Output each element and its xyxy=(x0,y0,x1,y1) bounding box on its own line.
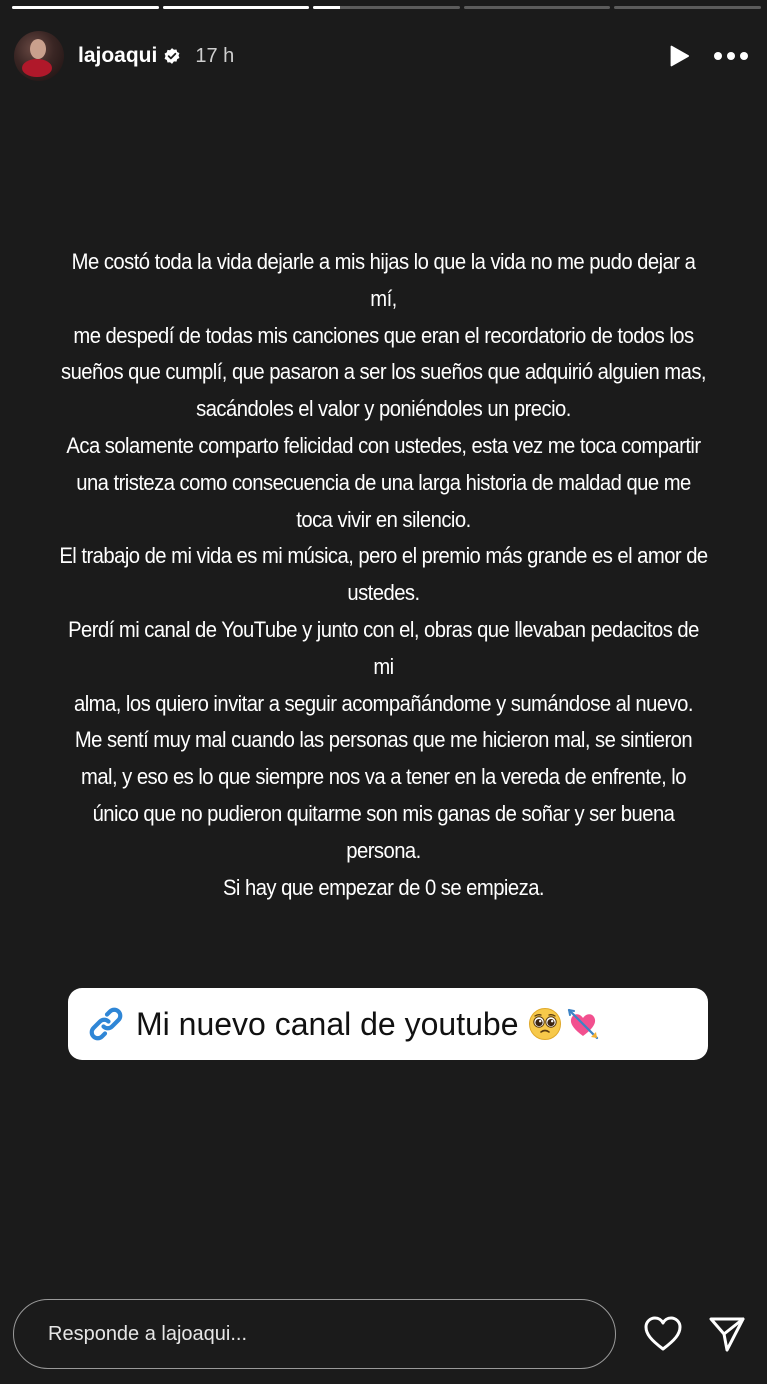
avatar[interactable] xyxy=(14,31,64,81)
username[interactable]: lajoaqui xyxy=(78,44,157,68)
story-text-line: una tristeza como consecuencia de una la… xyxy=(76,469,691,495)
progress-segment xyxy=(313,6,460,9)
story-text-line: Si hay que empezar de 0 se empieza. xyxy=(222,874,545,900)
progress-segment xyxy=(614,6,761,9)
story-text-line: sacándoles el valor y poniéndoles un pre… xyxy=(196,396,571,422)
story-text-line: sueños que cumplí, que pasaron a ser los… xyxy=(60,359,707,385)
link-sticker[interactable]: Mi nuevo canal de youtube xyxy=(68,988,708,1060)
story-text: Me costó toda la vida dejarle a mis hija… xyxy=(56,244,710,906)
pleading-face-emoji xyxy=(529,1008,562,1040)
story-text-line: Aca solamente comparto felicidad con ust… xyxy=(66,432,701,458)
link-icon xyxy=(86,1004,126,1044)
play-button[interactable] xyxy=(661,38,697,74)
heart-with-arrow-emoji xyxy=(568,1008,599,1040)
story-progress-bar xyxy=(12,6,761,9)
story-text-line: alma, los quiero invitar a seguir acompa… xyxy=(73,690,694,716)
story-text-line: ustedes. xyxy=(347,580,420,606)
play-icon xyxy=(670,45,690,67)
link-sticker-label: Mi nuevo canal de youtube xyxy=(136,1005,519,1042)
send-icon xyxy=(709,1317,745,1352)
like-button[interactable] xyxy=(642,1313,684,1355)
story-text-line: único que no pudieron quitarme son mis g… xyxy=(92,800,675,826)
progress-segment xyxy=(463,6,611,9)
progress-segment xyxy=(162,6,310,9)
reply-input[interactable] xyxy=(13,1299,616,1369)
story-text-line: toca vivir en silencio. xyxy=(296,506,471,532)
post-time: 17 h xyxy=(195,44,235,67)
more-options-button[interactable] xyxy=(711,38,751,74)
progress-segment xyxy=(12,6,159,9)
verified-badge-icon xyxy=(163,47,181,65)
story-text-line: Perdí mi canal de YouTube y junto con el… xyxy=(68,616,699,679)
story-text-line: El trabajo de mi vida es mi música, pero… xyxy=(59,543,708,569)
heart-icon xyxy=(644,1316,682,1351)
reply-bar xyxy=(13,1298,749,1370)
story-text-line: Me sentí muy mal cuando las personas que… xyxy=(74,727,693,753)
more-horizontal-icon xyxy=(714,52,748,60)
story-header: lajoaqui 17 h xyxy=(14,30,751,82)
story-text-line: persona. xyxy=(346,837,421,863)
story-text-line: mal, y eso es lo que siempre nos va a te… xyxy=(80,764,687,790)
story-text-line: me despedí de todas mis canciones que er… xyxy=(73,322,694,348)
story-text-line: Me costó toda la vida dejarle a mis hija… xyxy=(71,249,696,311)
send-button[interactable] xyxy=(706,1313,748,1355)
